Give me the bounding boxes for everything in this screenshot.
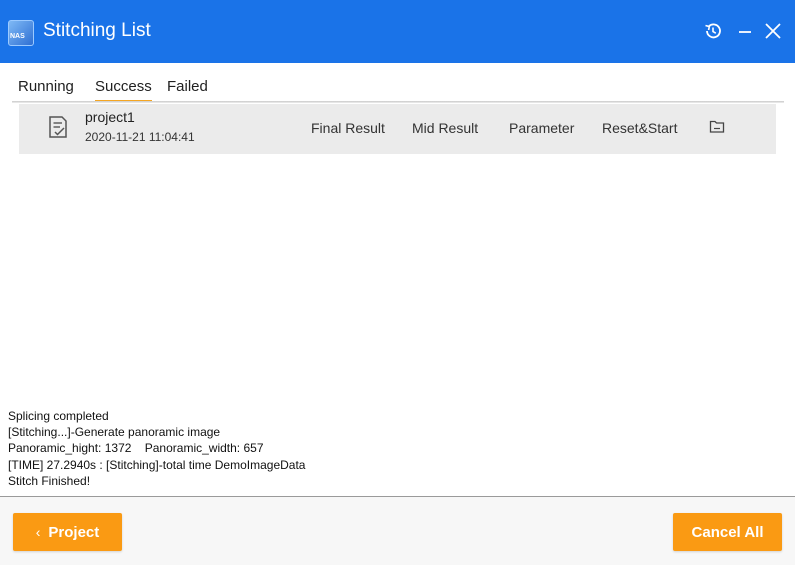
mid-result-button[interactable]: Mid Result	[412, 120, 478, 136]
tab-success[interactable]: Success	[95, 78, 152, 102]
log-output: Splicing completed [Stitching...]-Genera…	[8, 408, 305, 489]
log-line: [Stitching...]-Generate panoramic image	[8, 425, 221, 440]
log-line: Splicing completed	[8, 409, 109, 423]
document-check-icon	[49, 116, 67, 138]
app-logo: NAS	[8, 20, 34, 46]
log-line: Stitch Finished!	[8, 473, 91, 488]
tab-bar: Running Success Failed	[0, 70, 795, 104]
parameter-button[interactable]: Parameter	[509, 120, 574, 136]
minimize-icon	[739, 31, 751, 33]
project-timestamp: 2020-11-21 11:04:41	[85, 130, 195, 144]
tab-divider	[12, 101, 784, 103]
reset-start-button[interactable]: Reset&Start	[602, 120, 677, 136]
tab-running[interactable]: Running	[18, 78, 74, 100]
app-logo-text: NAS	[10, 33, 25, 40]
history-icon	[705, 23, 721, 39]
tab-failed[interactable]: Failed	[167, 78, 208, 100]
minimize-button[interactable]	[733, 18, 759, 44]
final-result-button[interactable]: Final Result	[311, 120, 385, 136]
chevron-left-icon: ‹	[35, 524, 41, 540]
window-title: Stitching List	[43, 20, 151, 41]
close-icon	[765, 23, 781, 39]
back-to-project-button[interactable]: ‹ Project	[13, 513, 122, 551]
log-line: Panoramic_hight: 1372 Panoramic_width: 6…	[8, 441, 264, 456]
cancel-all-label: Cancel All	[691, 523, 764, 541]
close-button[interactable]	[761, 18, 787, 44]
footer-bar: ‹ Project Cancel All	[0, 496, 795, 565]
folder-icon[interactable]	[709, 119, 725, 134]
log-line: [TIME] 27.2940s : [Stitching]-total time…	[8, 457, 306, 472]
cancel-all-button[interactable]: Cancel All	[673, 513, 782, 551]
back-button-label: Project	[48, 523, 100, 541]
title-bar: NAS Stitching List	[0, 0, 795, 63]
project-name: project1	[85, 109, 135, 125]
history-button[interactable]	[700, 18, 726, 44]
list-item[interactable]: project1 2020-11-21 11:04:41 Final Resul…	[19, 104, 776, 154]
